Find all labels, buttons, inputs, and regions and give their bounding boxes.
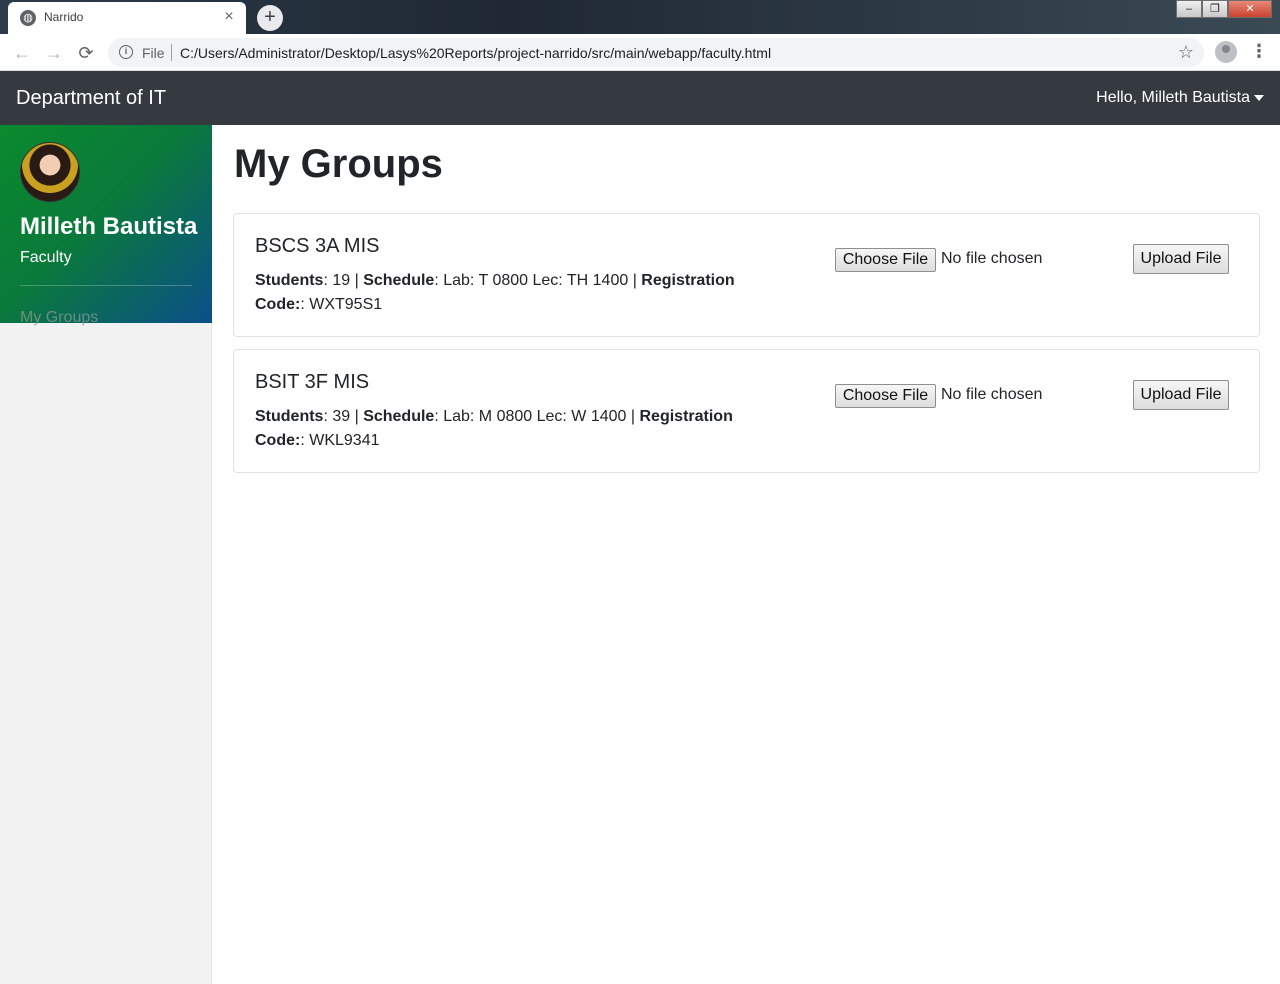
app-navbar: Department of IT Hello, Milleth Bautista [0,71,1280,125]
restore-icon[interactable]: ❐ [1202,0,1228,18]
sidebar-profile-header: Milleth Bautista Faculty My Groups [0,125,212,326]
globe-icon: ◍ [20,10,36,26]
page-title: My Groups [234,142,443,186]
sidebar-divider [20,285,192,286]
schedule-label: Schedule [363,272,435,289]
profile-name: Milleth Bautista [20,213,198,240]
info-icon[interactable]: i [119,45,133,59]
navbar-brand[interactable]: Department of IT [16,87,166,110]
group-details: Students: 39 | Schedule: Lab: M 0800 Lec… [255,408,733,449]
user-greeting: Hello, Milleth Bautista [1096,89,1250,106]
upload-file-button[interactable]: Upload File [1133,380,1229,410]
schedule-value: Lab: M 0800 Lec: W 1400 [443,408,627,425]
sidebar: Milleth Bautista Faculty My Groups [0,125,212,984]
group-card: BSCS 3A MIS Students: 19 | Schedule: Lab… [233,213,1260,337]
new-tab-button[interactable]: + [257,5,283,31]
browser-tab-strip: ◍ Narrido × + ‒ ❐ ✕ [0,0,1280,34]
group-name: BSIT 3F MIS [255,371,370,393]
choose-file-button[interactable]: Choose File [835,248,936,272]
back-icon[interactable]: ← [10,41,34,65]
students-label: Students [255,408,324,425]
user-dropdown[interactable]: Hello, Milleth Bautista [1096,89,1264,107]
bookmark-star-icon[interactable]: ☆ [1178,42,1194,63]
registration-code-value: WKL9341 [309,432,380,449]
reload-icon[interactable]: ⟳ [74,41,98,65]
tab-close-icon[interactable]: × [220,7,238,27]
browser-toolbar: ← → ⟳ i File C:/Users/Administrator/Desk… [0,34,1280,71]
sidebar-item-my-groups[interactable]: My Groups [20,309,98,327]
address-separator [171,44,172,61]
registration-code-value: WXT95S1 [309,296,383,313]
address-scheme-label: File [142,45,165,61]
group-name: BSCS 3A MIS [255,235,380,257]
students-count: 39 [332,408,351,425]
tab-title: Narrido [44,10,84,24]
choose-file-button[interactable]: Choose File [835,384,936,408]
schedule-value: Lab: T 0800 Lec: TH 1400 [443,272,629,289]
avatar [20,142,80,202]
file-status-text: No file chosen [941,386,1043,403]
minimize-icon[interactable]: ‒ [1176,0,1202,18]
upload-file-button[interactable]: Upload File [1133,244,1229,274]
schedule-label: Schedule [363,408,435,425]
browser-profile-icon[interactable] [1215,41,1237,63]
group-details: Students: 19 | Schedule: Lab: T 0800 Lec… [255,272,735,313]
file-status-text: No file chosen [941,250,1043,267]
group-card: BSIT 3F MIS Students: 39 | Schedule: Lab… [233,349,1260,473]
forward-icon[interactable]: → [42,41,66,65]
profile-role: Faculty [20,249,72,266]
address-bar[interactable]: i File C:/Users/Administrator/Desktop/La… [108,38,1204,67]
caret-down-icon [1254,94,1264,101]
browser-tab-active[interactable]: ◍ Narrido × [8,2,246,34]
window-controls: ‒ ❐ ✕ [1176,0,1272,18]
address-url[interactable]: C:/Users/Administrator/Desktop/Lasys%20R… [180,45,771,61]
students-count: 19 [332,272,351,289]
window-close-icon[interactable]: ✕ [1228,0,1272,18]
students-label: Students [255,272,324,289]
browser-menu-icon[interactable]: ⋮ [1250,41,1268,63]
